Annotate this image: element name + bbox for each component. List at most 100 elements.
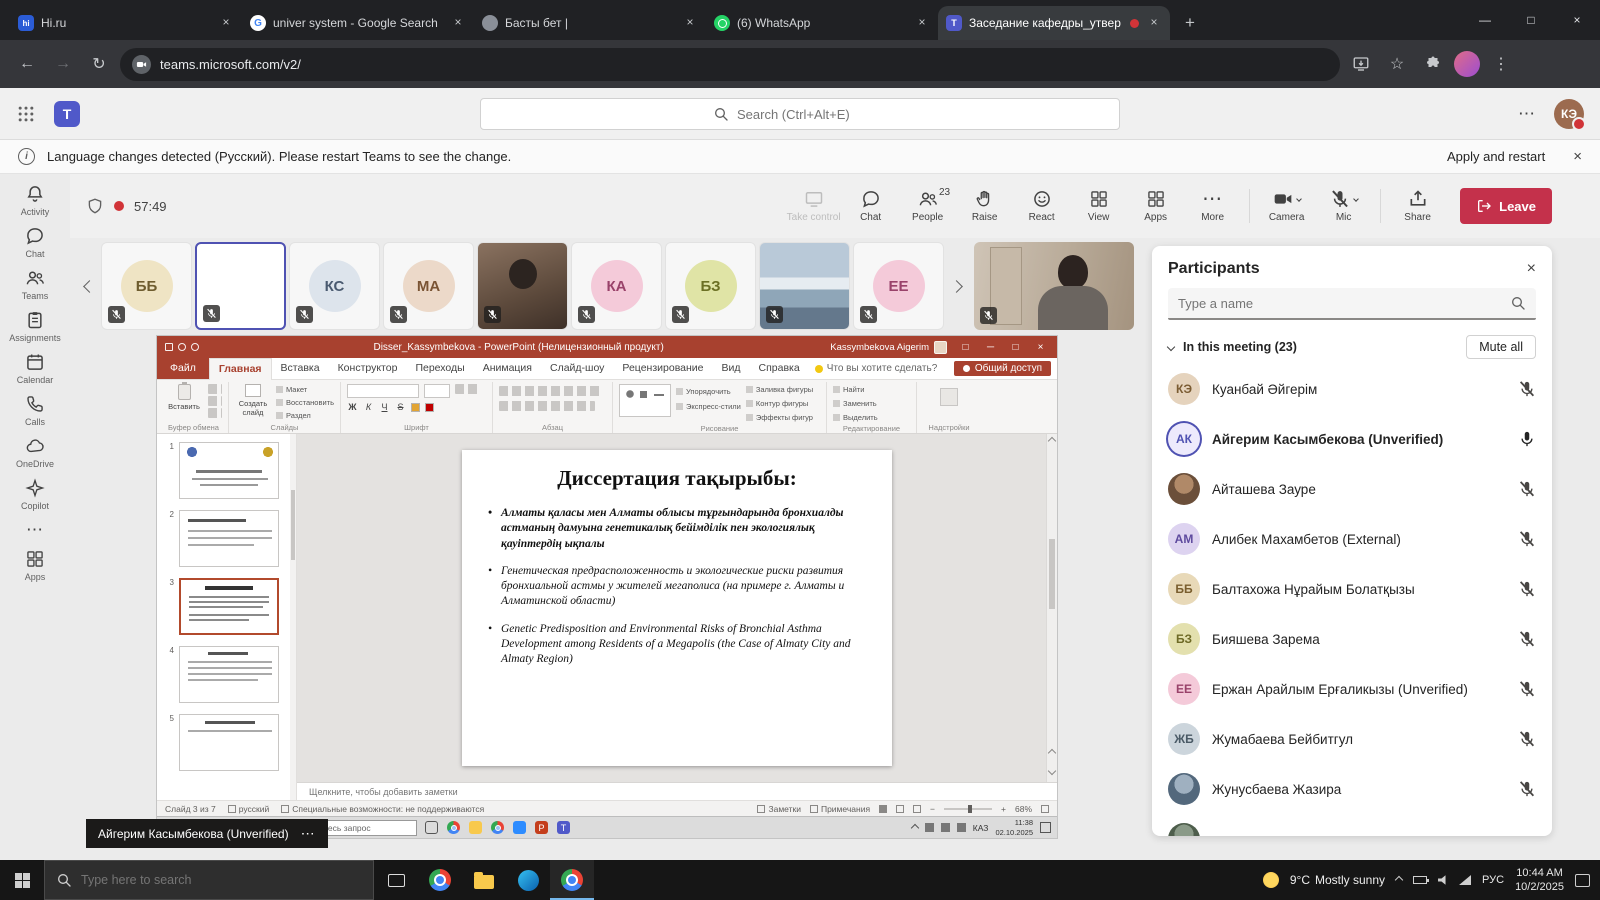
banner-close-icon[interactable]: × — [1573, 148, 1582, 165]
site-camera-indicator-icon[interactable] — [132, 55, 151, 74]
window-close-button[interactable]: × — [1554, 0, 1600, 40]
weather-sun-icon[interactable] — [1263, 872, 1279, 888]
browser-tab-univer[interactable]: Басты бет | × — [474, 6, 706, 40]
tab-close-icon[interactable]: × — [914, 15, 930, 31]
task-view-button[interactable] — [374, 860, 418, 900]
participant-row[interactable]: АМАлибек Махамбетов (External) — [1152, 514, 1552, 564]
participant-row[interactable]: ЖБЖумабаева Бейбитгул — [1152, 714, 1552, 764]
bookmark-star-icon[interactable]: ☆ — [1382, 49, 1412, 79]
shield-icon[interactable] — [86, 197, 104, 215]
browser-tab-teams-active[interactable]: Заседание кафедры_утвер × — [938, 6, 1170, 40]
battery-icon[interactable] — [1413, 876, 1427, 884]
camera-video-tile[interactable] — [974, 242, 1134, 330]
back-button[interactable]: ← — [12, 49, 42, 79]
mic-muted-icon[interactable] — [1518, 380, 1536, 398]
mic-muted-icon[interactable] — [1518, 480, 1536, 498]
taskbar-search[interactable] — [44, 860, 374, 900]
browser-tab-google[interactable]: univer system - Google Search × — [242, 6, 474, 40]
participant-row[interactable]: БББалтахожа Нұрайым Болатқызы — [1152, 564, 1552, 614]
browser-tab-hiru[interactable]: Hi.ru × — [10, 6, 242, 40]
presenter-name-overlay[interactable]: Айгерим Касымбекова (Unverified) ⋯ — [86, 819, 328, 848]
mic-muted-icon[interactable] — [1518, 780, 1536, 798]
presenter-more-icon[interactable]: ⋯ — [301, 825, 316, 842]
strip-previous-icon[interactable] — [80, 282, 98, 291]
participant-row[interactable]: Айташева Зауре — [1152, 464, 1552, 514]
leave-button[interactable]: Leave — [1460, 188, 1552, 224]
sidebar-item-teams[interactable]: Teams — [0, 268, 70, 301]
mic-muted-icon[interactable] — [1518, 630, 1536, 648]
start-button[interactable] — [0, 860, 44, 900]
network-icon[interactable] — [1459, 875, 1471, 885]
take-control-button[interactable]: Take control — [785, 185, 842, 227]
mic-on-icon[interactable] — [1518, 430, 1536, 448]
volume-icon[interactable] — [1438, 875, 1448, 885]
shared-screen-content[interactable]: Disser_Kassymbekova - PowerPoint (Нелице… — [157, 336, 1057, 838]
react-button[interactable]: React — [1013, 185, 1070, 227]
participants-close-icon[interactable]: × — [1527, 260, 1536, 278]
mute-all-button[interactable]: Mute all — [1466, 335, 1536, 359]
participant-row[interactable]: БЗБияшева Зарема — [1152, 614, 1552, 664]
tab-close-icon[interactable]: × — [218, 15, 234, 31]
video-tile[interactable]: ЕЕ — [853, 242, 944, 330]
participant-row[interactable]: ЕЕЕржан Арайлым Ерғаликызы (Unverified) — [1152, 664, 1552, 714]
sidebar-item-calendar[interactable]: Calendar — [0, 352, 70, 385]
participants-search-input[interactable] — [1178, 296, 1502, 311]
forward-button[interactable]: → — [48, 49, 78, 79]
sidebar-item-onedrive[interactable]: OneDrive — [0, 436, 70, 469]
sidebar-item-chat[interactable]: Chat — [0, 226, 70, 259]
sidebar-more-icon[interactable]: ⋯ — [0, 520, 70, 540]
chrome-taskbar-icon-active[interactable] — [550, 860, 594, 900]
app-launcher-icon[interactable] — [16, 104, 36, 124]
apps-button[interactable]: Apps — [1127, 185, 1184, 227]
participant-row-presenter[interactable]: АКАйгерим Касымбекова (Unverified) — [1152, 414, 1552, 464]
chat-button[interactable]: Chat — [842, 185, 899, 227]
mic-muted-icon[interactable] — [1518, 730, 1536, 748]
teams-search[interactable] — [480, 98, 1120, 130]
reload-button[interactable]: ↻ — [84, 49, 114, 79]
video-tile-photo[interactable] — [477, 242, 568, 330]
taskbar-search-input[interactable] — [81, 873, 362, 887]
sidebar-item-assignments[interactable]: Assignments — [0, 310, 70, 343]
people-button[interactable]: 23People — [899, 185, 956, 227]
sidebar-item-activity[interactable]: Activity — [0, 184, 70, 217]
language-indicator[interactable]: РУС — [1482, 874, 1504, 886]
video-tile-selected[interactable] — [195, 242, 286, 330]
browser-menu-icon[interactable]: ⋮ — [1486, 49, 1516, 79]
chrome-taskbar-icon[interactable] — [418, 860, 462, 900]
mic-muted-icon[interactable] — [1518, 680, 1536, 698]
tab-close-icon[interactable]: × — [1146, 15, 1162, 31]
video-tile-photo[interactable] — [759, 242, 850, 330]
file-explorer-icon[interactable] — [462, 860, 506, 900]
profile-avatar[interactable]: КЭ — [1554, 99, 1584, 129]
taskbar-clock[interactable]: 10:44 AM10/2/2025 — [1515, 866, 1564, 895]
mic-muted-icon[interactable] — [1518, 530, 1536, 548]
video-tile[interactable]: КА — [571, 242, 662, 330]
participants-search[interactable] — [1168, 288, 1536, 320]
mic-muted-icon[interactable] — [1518, 580, 1536, 598]
browser-profile-avatar[interactable] — [1454, 51, 1480, 77]
address-bar[interactable]: teams.microsoft.com/v2/ — [120, 48, 1340, 81]
mic-dropdown-icon[interactable] — [1353, 196, 1359, 202]
extensions-icon[interactable] — [1418, 49, 1448, 79]
install-app-icon[interactable] — [1346, 49, 1376, 79]
raise-hand-button[interactable]: Raise — [956, 185, 1013, 227]
participant-row-partial[interactable] — [1152, 814, 1552, 836]
teams-search-input[interactable] — [737, 107, 887, 122]
teams-more-options-icon[interactable]: ⋯ — [1518, 104, 1536, 124]
camera-dropdown-icon[interactable] — [1296, 196, 1302, 202]
tab-close-icon[interactable]: × — [682, 15, 698, 31]
participant-row[interactable]: Жунусбаева Жазира — [1152, 764, 1552, 814]
sidebar-item-copilot[interactable]: Copilot — [0, 478, 70, 511]
weather-widget[interactable]: 9°CMostly sunny — [1290, 873, 1385, 887]
edge-taskbar-icon[interactable] — [506, 860, 550, 900]
video-tile[interactable]: КС — [289, 242, 380, 330]
mic-button[interactable]: Mic — [1315, 185, 1372, 227]
browser-tab-whatsapp[interactable]: (6) WhatsApp × — [706, 6, 938, 40]
video-tile[interactable]: МА — [383, 242, 474, 330]
apply-restart-button[interactable]: Apply and restart — [1437, 145, 1555, 168]
view-button[interactable]: View — [1070, 185, 1127, 227]
more-button[interactable]: ⋯More — [1184, 185, 1241, 227]
section-collapse-icon[interactable] — [1167, 343, 1175, 351]
share-button[interactable]: Share — [1389, 185, 1446, 227]
action-center-icon[interactable] — [1575, 874, 1590, 887]
